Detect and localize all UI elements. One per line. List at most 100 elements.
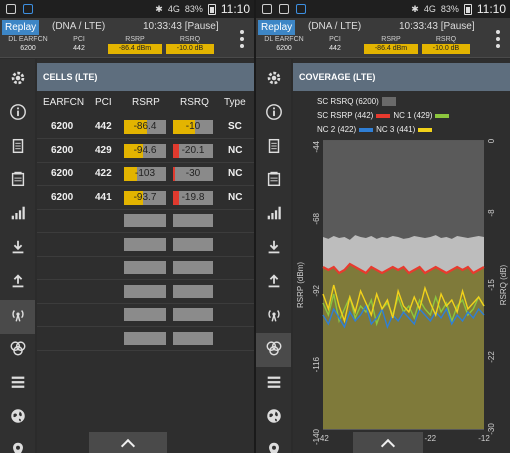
cell-earfcn: 6200	[51, 121, 74, 132]
globe-icon	[265, 407, 283, 429]
rsrq-label: RSRQ	[435, 36, 457, 43]
document-icon	[265, 137, 283, 159]
chart-legend: SC RSRQ (6200) SC RSRP (442) NC 1 (429) …	[293, 95, 510, 137]
sidebar-item-location[interactable]	[256, 435, 291, 453]
rsrp-meter-value: -86.4	[133, 121, 157, 132]
rsrq-meter: -30	[173, 167, 213, 181]
mode-label: (DNA / LTE)	[308, 21, 362, 32]
table-row: 6200 442 -86.4 -10 SC	[37, 116, 254, 139]
sidebar-item-download[interactable]	[0, 232, 35, 266]
cell-earfcn: 6200	[51, 144, 74, 156]
cell-type: NC	[228, 168, 243, 179]
sidebar-item-download[interactable]	[256, 232, 291, 266]
earfcn-value: 6200	[276, 45, 292, 52]
battery-icon	[463, 3, 472, 15]
empty-rsrq-meter	[173, 237, 213, 251]
info-icon	[9, 103, 27, 125]
sidebar-item-document[interactable]	[256, 131, 291, 165]
sidebar	[0, 59, 35, 453]
empty-rsrq-meter	[173, 261, 213, 274]
rsrp-meter: -103	[124, 167, 166, 181]
sidebar-item-signal-bars[interactable]	[256, 198, 291, 232]
legend-item: SC RSRQ (6200)	[317, 97, 396, 106]
network-type-label: 4G	[167, 4, 180, 14]
notes-icon	[265, 170, 283, 192]
rsrp-meter-value: -93.7	[133, 191, 157, 203]
sidebar-item-gear[interactable]	[256, 63, 291, 97]
location-status-icon	[262, 4, 272, 14]
list-icon	[265, 373, 283, 395]
cells-panel: CELLS (LTE) EARFCN PCI RSRP RSRQ Type 62…	[37, 59, 254, 453]
sidebar-item-gear[interactable]	[0, 63, 35, 97]
rsrp-meter: -86.4	[124, 120, 166, 134]
replay-button[interactable]: Replay	[258, 20, 296, 35]
cells-screen: ✱ 4G 83% 11:10 Replay (DNA / LTE) 10:33:…	[0, 0, 254, 453]
bluetooth-icon: ✱	[411, 3, 419, 14]
sidebar-item-list[interactable]	[256, 367, 291, 401]
replay-time: 10:33:43 [Pause]	[399, 21, 475, 32]
table-row: 6200 441 -93.7 -19.8 NC	[37, 187, 254, 210]
panel-title: COVERAGE (LTE)	[293, 63, 510, 91]
col-pci: PCI	[95, 97, 112, 108]
battery-percent: 83%	[184, 4, 203, 14]
sidebar-item-globe[interactable]	[0, 401, 35, 435]
sidebar-item-coverage[interactable]	[256, 333, 291, 368]
sidebar-item-upload[interactable]	[256, 266, 291, 300]
x-tick: -42	[317, 434, 329, 443]
sidebar-item-signal-bars[interactable]	[0, 198, 35, 232]
expand-handle[interactable]	[353, 432, 423, 453]
rsrq-meter: -10.0 dB	[422, 44, 470, 54]
sidebar-item-list[interactable]	[0, 367, 35, 401]
y-axis-label-right: RSRQ (dB)	[499, 264, 508, 305]
coverage-icon	[9, 339, 27, 361]
sidebar-item-document[interactable]	[0, 131, 35, 165]
cell-pci: 442	[95, 121, 112, 132]
app-notification-icon	[23, 4, 33, 14]
col-rsrq: RSRQ	[180, 97, 209, 108]
empty-rsrp-meter	[124, 214, 166, 227]
document-icon	[9, 137, 27, 159]
sidebar-item-info[interactable]	[0, 97, 35, 131]
sidebar-item-antenna[interactable]	[0, 299, 35, 334]
sidebar-item-coverage[interactable]	[0, 333, 35, 367]
expand-handle[interactable]	[89, 432, 167, 453]
sidebar-item-notes[interactable]	[0, 164, 35, 198]
status-bar: ✱ 4G 83% 11:10	[0, 0, 254, 18]
antenna-icon	[9, 306, 27, 328]
earfcn-label: DL EARFCN	[8, 36, 48, 43]
sidebar-item-notes[interactable]	[256, 164, 291, 198]
table-row: 6200 422 -103 -30 NC	[37, 163, 254, 186]
empty-table-row	[37, 281, 254, 304]
sidebar-item-antenna[interactable]	[256, 300, 291, 334]
battery-icon	[207, 3, 216, 15]
rsrq-label: RSRQ	[179, 36, 201, 43]
more-menu-icon[interactable]	[496, 30, 500, 51]
col-rsrp: RSRP	[132, 97, 160, 108]
empty-table-row	[37, 304, 254, 327]
x-tick: -12	[478, 434, 490, 443]
empty-rsrq-meter	[173, 308, 213, 321]
rsrp-meter-value: -103	[134, 168, 155, 179]
more-menu-icon[interactable]	[240, 30, 244, 51]
empty-table-row	[37, 210, 254, 233]
empty-rsrp-meter	[124, 331, 166, 345]
y-axis-label: RSRP (dBm)	[296, 262, 305, 308]
sidebar-item-globe[interactable]	[256, 401, 291, 435]
empty-table-row	[37, 257, 254, 280]
rsrq-meter-value: -19.8	[181, 191, 205, 203]
panel-title: CELLS (LTE)	[37, 63, 254, 91]
coverage-chart-svg: -44-68-92-116-1400-8-15-22-30-42-32-22-1…	[296, 138, 508, 451]
sidebar-item-info[interactable]	[256, 97, 291, 131]
location-icon	[9, 441, 27, 453]
y-tick-right: -15	[487, 279, 496, 291]
signal-bars-icon	[9, 204, 27, 226]
sidebar	[256, 59, 291, 453]
sidebar-item-upload[interactable]	[0, 266, 35, 300]
mode-label: (DNA / LTE)	[52, 21, 106, 32]
rsrp-meter: -93.7	[124, 190, 166, 205]
globe-icon	[9, 407, 27, 429]
y-tick-right: 0	[487, 138, 496, 143]
replay-button[interactable]: Replay	[2, 20, 40, 35]
y-tick-right: -22	[487, 351, 496, 363]
sidebar-item-location[interactable]	[0, 435, 35, 453]
